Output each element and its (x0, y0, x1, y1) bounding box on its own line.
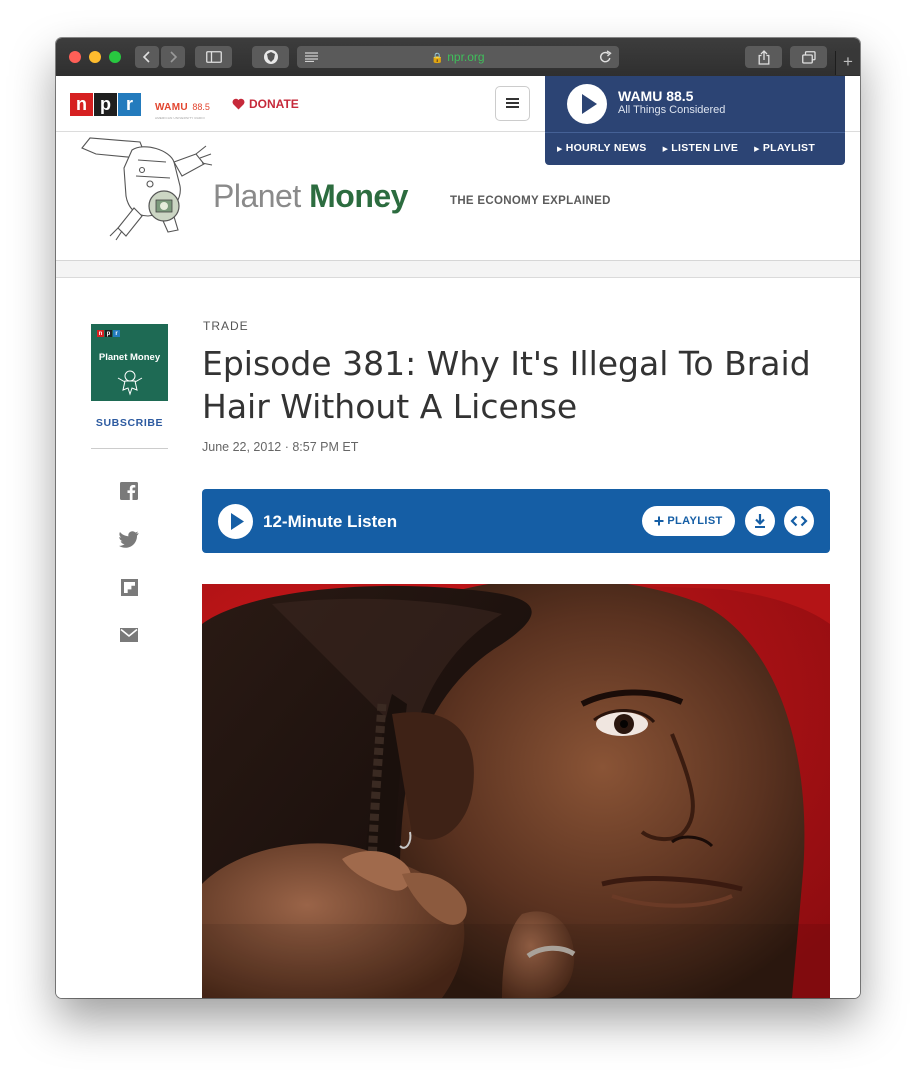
article-slug[interactable]: TRADE (203, 319, 249, 333)
mini-npr-logo: n p r (97, 330, 120, 337)
play-icon (231, 513, 244, 530)
add-to-playlist-label: PLAYLIST (667, 515, 723, 527)
add-to-playlist-button[interactable]: PLAYLIST (642, 506, 735, 536)
web-page: n p r WAMU 88.5 AMERICAN UNIVERSITY RADI… (56, 76, 860, 998)
article-date: June 22, 2012 · 8:57 PM ET (202, 440, 359, 454)
heart-icon (232, 98, 245, 110)
plus-icon: + (843, 52, 853, 71)
download-button[interactable] (745, 506, 775, 536)
tabs-overview-button[interactable] (790, 46, 827, 68)
wamu-logo-freq: 88.5 (192, 102, 210, 112)
audio-duration-label: 12-Minute Listen (263, 512, 398, 531)
sidebar-toggle-button[interactable] (195, 46, 232, 68)
shield-icon (263, 50, 278, 64)
share-flipboard-button[interactable] (119, 577, 139, 597)
share-icon (758, 49, 769, 65)
browser-toolbar: 🔒 npr.org + (56, 38, 860, 77)
audio-play-button[interactable] (218, 504, 253, 539)
back-button[interactable] (135, 46, 159, 68)
download-icon (755, 514, 765, 528)
audio-player: 12-Minute Listen PLAYLIST (202, 489, 830, 553)
show-title-part2: Money (309, 178, 408, 214)
zoom-window-button[interactable] (109, 51, 121, 63)
mini-npr-r: r (113, 330, 120, 337)
flipboard-icon (120, 578, 138, 596)
radio-play-button[interactable] (567, 84, 607, 124)
braiding-photo-image (202, 584, 830, 998)
subscribe-link[interactable]: SUBSCRIBE (91, 417, 168, 429)
share-email-button[interactable] (119, 625, 139, 645)
chevron-left-icon (142, 51, 150, 63)
forward-button[interactable] (161, 46, 185, 68)
banner-divider (56, 261, 860, 278)
embed-code-icon (790, 515, 808, 527)
show-banner: Planet Money THE ECONOMY EXPLAINED (56, 132, 860, 261)
npr-logo-r: r (118, 93, 141, 116)
cover-title: Planet Money (98, 352, 161, 363)
chevron-right-icon (170, 51, 178, 63)
show-tagline: THE ECONOMY EXPLAINED (450, 195, 611, 207)
minimize-window-button[interactable] (89, 51, 101, 63)
sidebar-icon (205, 51, 222, 63)
donate-link[interactable]: DONATE (232, 97, 299, 111)
share-twitter-button[interactable] (119, 529, 139, 549)
facebook-icon (120, 482, 138, 500)
plus-icon (654, 516, 664, 526)
twitter-icon (119, 530, 139, 548)
wamu-logo-name: WAMU (155, 102, 188, 113)
share-button[interactable] (745, 46, 782, 68)
show-title[interactable]: Planet Money (213, 178, 408, 215)
play-icon (582, 94, 597, 114)
rail-divider (91, 448, 168, 449)
radio-station-name: WAMU 88.5 (618, 88, 694, 104)
browser-window: 🔒 npr.org + n p r WAMU 88.5 AMERICAN UNI… (56, 38, 860, 998)
tabs-icon (801, 50, 816, 64)
npr-logo[interactable]: n p r (70, 93, 141, 116)
url-text: npr.org (447, 50, 485, 64)
share-facebook-button[interactable] (119, 481, 139, 501)
lock-icon: 🔒 (431, 53, 444, 64)
show-title-part1: Planet (213, 178, 301, 214)
npr-logo-p: p (94, 93, 117, 116)
email-icon (120, 628, 138, 642)
wamu-logo[interactable]: WAMU 88.5 AMERICAN UNIVERSITY RADIO (155, 97, 210, 120)
radio-program-name: All Things Considered (618, 104, 726, 116)
mini-npr-p: p (105, 330, 112, 337)
reload-icon[interactable] (599, 50, 612, 64)
new-tab-button[interactable]: + (835, 51, 860, 75)
astronaut-mini-icon (117, 370, 143, 396)
privacy-extension-button[interactable] (252, 46, 289, 68)
embed-button[interactable] (784, 506, 814, 536)
mini-npr-n: n (97, 330, 104, 337)
close-window-button[interactable] (69, 51, 81, 63)
menu-button[interactable] (495, 86, 530, 121)
article-photo (202, 584, 830, 998)
article-headline: Episode 381: Why It's Illegal To Braid H… (202, 344, 811, 426)
podcast-cover-art[interactable]: n p r Planet Money (91, 324, 168, 401)
wamu-logo-tagline: AMERICAN UNIVERSITY RADIO (155, 116, 205, 120)
address-bar[interactable]: 🔒 npr.org (297, 46, 619, 68)
donate-label: DONATE (249, 97, 299, 111)
npr-logo-n: n (70, 93, 93, 116)
address-url: 🔒 npr.org (297, 50, 619, 64)
astronaut-logo-icon[interactable] (78, 132, 218, 242)
